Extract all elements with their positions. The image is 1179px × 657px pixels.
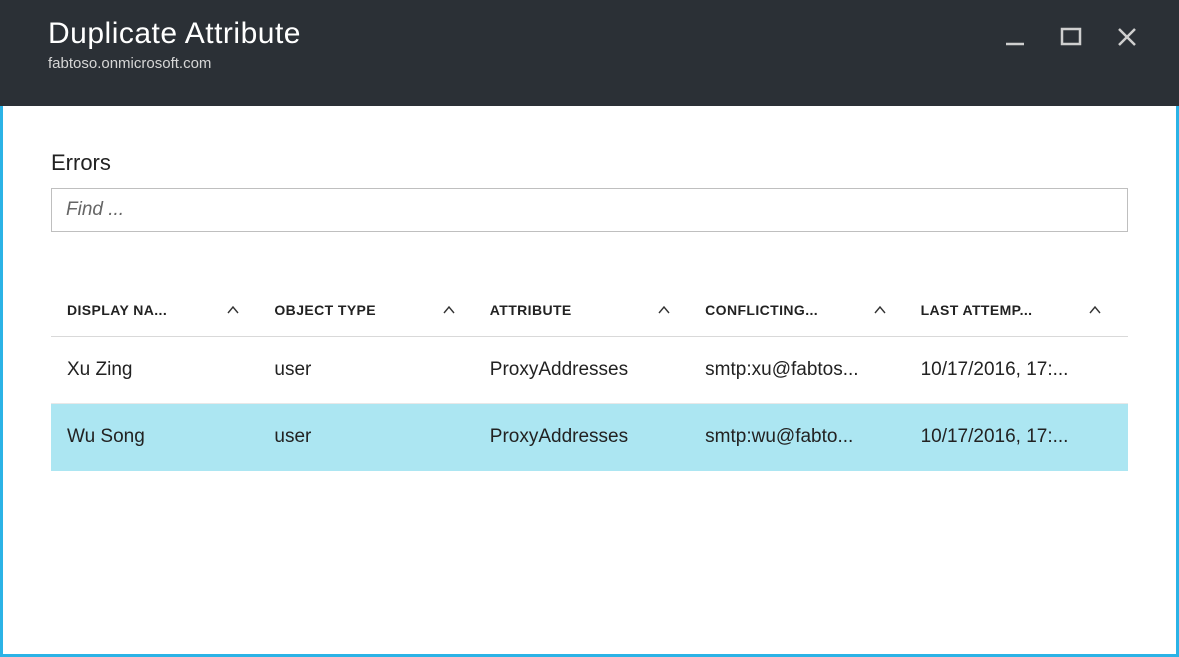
- col-conflicting[interactable]: CONFLICTING...: [697, 292, 912, 337]
- maximize-button[interactable]: [1057, 23, 1085, 51]
- cell-conflicting: smtp:xu@fabtos...: [697, 337, 912, 404]
- col-label: DISPLAY NA...: [67, 302, 167, 318]
- cell-last-attempt: 10/17/2016, 17:...: [913, 337, 1128, 404]
- page-subtitle: fabtoso.onmicrosoft.com: [48, 55, 301, 72]
- cell-display-name: Xu Zing: [51, 337, 266, 404]
- table-header-row: DISPLAY NA... OBJECT TYPE: [51, 292, 1128, 337]
- minimize-button[interactable]: [1001, 23, 1029, 51]
- cell-attribute: ProxyAddresses: [482, 404, 697, 471]
- close-button[interactable]: [1113, 23, 1141, 51]
- table-row[interactable]: Wu Song user ProxyAddresses smtp:wu@fabt…: [51, 404, 1128, 471]
- cell-object-type: user: [266, 337, 481, 404]
- col-object-type[interactable]: OBJECT TYPE: [266, 292, 481, 337]
- col-attribute[interactable]: ATTRIBUTE: [482, 292, 697, 337]
- col-label: LAST ATTEMP...: [921, 302, 1033, 318]
- cell-attribute: ProxyAddresses: [482, 337, 697, 404]
- table-body: Xu Zing user ProxyAddresses smtp:xu@fabt…: [51, 337, 1128, 471]
- col-last-attempt[interactable]: LAST ATTEMP...: [913, 292, 1128, 337]
- col-display-name[interactable]: DISPLAY NA...: [51, 292, 266, 337]
- window-header: Duplicate Attribute fabtoso.onmicrosoft.…: [0, 3, 1179, 106]
- window: Duplicate Attribute fabtoso.onmicrosoft.…: [0, 0, 1179, 657]
- errors-table-wrap: DISPLAY NA... OBJECT TYPE: [51, 292, 1128, 471]
- close-icon: [1116, 26, 1138, 48]
- page-title: Duplicate Attribute: [48, 17, 301, 51]
- table-row[interactable]: Xu Zing user ProxyAddresses smtp:xu@fabt…: [51, 337, 1128, 404]
- search-input[interactable]: [51, 188, 1128, 232]
- minimize-icon: [1004, 26, 1026, 48]
- header-title-group: Duplicate Attribute fabtoso.onmicrosoft.…: [48, 17, 301, 72]
- chevron-up-icon: [226, 302, 240, 318]
- cell-object-type: user: [266, 404, 481, 471]
- window-controls: [1001, 23, 1141, 51]
- content-frame: Errors DISPLAY NA...: [0, 106, 1179, 657]
- cell-last-attempt: 10/17/2016, 17:...: [913, 404, 1128, 471]
- section-title: Errors: [51, 150, 1128, 176]
- chevron-up-icon: [657, 302, 671, 318]
- errors-table: DISPLAY NA... OBJECT TYPE: [51, 292, 1128, 471]
- col-label: OBJECT TYPE: [274, 302, 376, 318]
- chevron-up-icon: [1088, 302, 1102, 318]
- cell-conflicting: smtp:wu@fabto...: [697, 404, 912, 471]
- chevron-up-icon: [442, 302, 456, 318]
- cell-display-name: Wu Song: [51, 404, 266, 471]
- col-label: ATTRIBUTE: [490, 302, 572, 318]
- content-inner: Errors DISPLAY NA...: [3, 106, 1176, 471]
- col-label: CONFLICTING...: [705, 302, 818, 318]
- maximize-icon: [1060, 26, 1082, 48]
- chevron-up-icon: [873, 302, 887, 318]
